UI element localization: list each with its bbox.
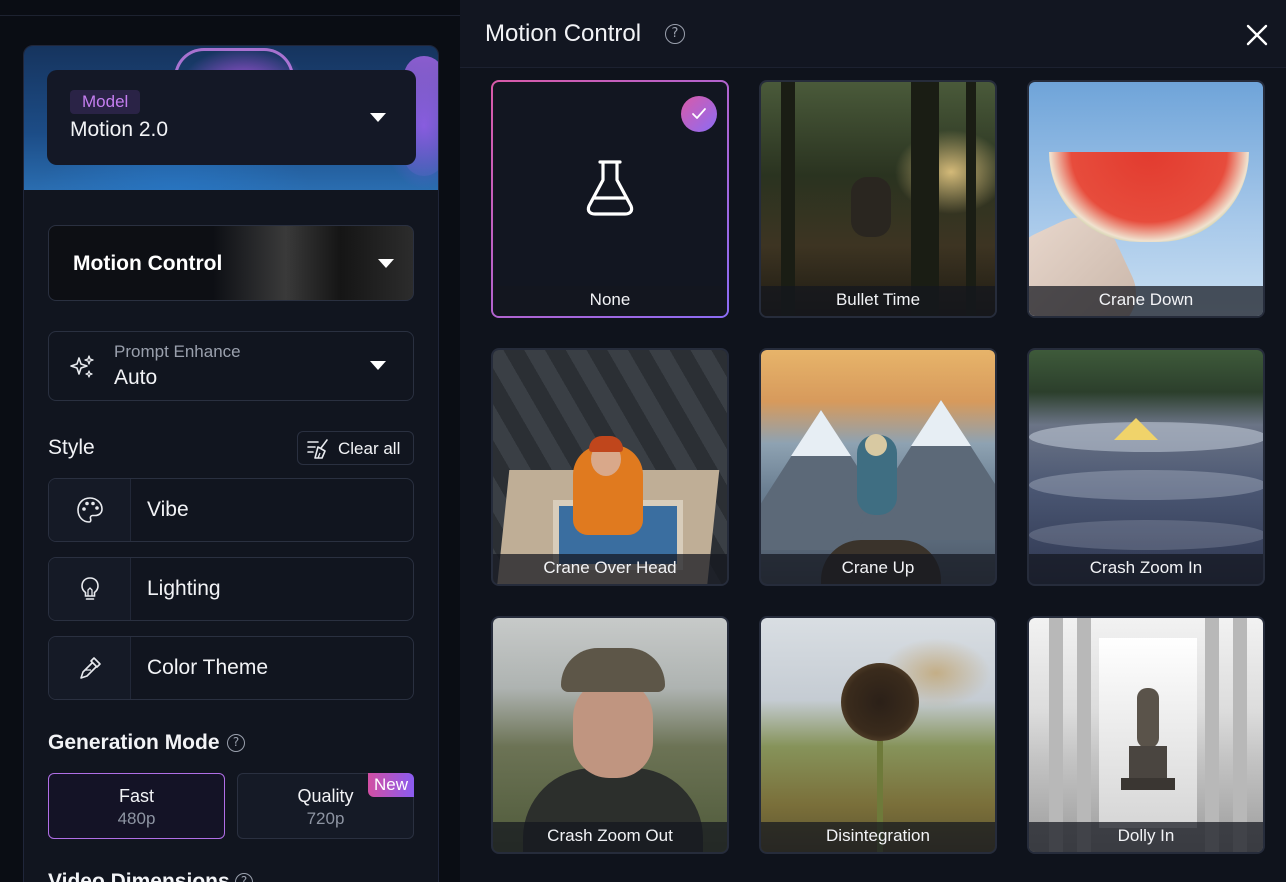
crash-zoom-in-thumbnail [1029, 350, 1263, 584]
motion-option-label: Crash Zoom In [1029, 554, 1263, 584]
broom-icon [307, 439, 328, 459]
motion-option-crane-up[interactable]: Crane Up [759, 348, 997, 586]
motion-option-crane-over-head[interactable]: Crane Over Head [491, 348, 729, 586]
sparkles-icon [70, 355, 94, 378]
crash-zoom-out-thumbnail [493, 618, 727, 852]
mode-name: Fast [118, 786, 154, 806]
eyedropper-icon [80, 657, 101, 679]
chevron-down-icon [378, 259, 394, 268]
style-option-vibe[interactable]: Vibe [48, 478, 414, 542]
motion-option-label: None [493, 286, 727, 316]
selected-check-icon [681, 96, 717, 132]
drawer-title: Motion Control [485, 20, 642, 47]
style-option-label: Color Theme [147, 656, 268, 679]
vibe-icon-cell [49, 479, 131, 541]
help-icon[interactable]: ? [227, 734, 245, 752]
lightbulb-icon [81, 577, 99, 600]
mode-fast-button[interactable]: Fast 480p [48, 773, 225, 839]
motion-option-bullet-time[interactable]: Bullet Time [759, 80, 997, 318]
style-heading: Style [48, 436, 95, 459]
motion-option-label: Crane Down [1029, 286, 1263, 316]
motion-control-label: Motion Control [73, 252, 223, 275]
palette-icon [77, 497, 103, 523]
prompt-enhance-label: Prompt Enhance [114, 342, 241, 361]
close-icon[interactable] [1244, 22, 1270, 48]
model-hero-image: Model Motion 2.0 [24, 46, 438, 190]
drawer-header: Motion Control ? [460, 0, 1286, 68]
model-tag: Model [70, 90, 141, 114]
video-dimensions-heading: Video Dimensions [48, 870, 230, 882]
motion-control-select[interactable]: Motion Control [48, 225, 414, 301]
dolly-in-thumbnail [1029, 618, 1263, 852]
crane-up-thumbnail [761, 350, 995, 584]
app-root: Model Motion 2.0 Motion Control Prompt E… [0, 0, 1286, 882]
new-badge: New [367, 773, 414, 797]
flask-icon [586, 160, 634, 216]
motion-option-label: Dolly In [1029, 822, 1263, 852]
style-option-color-theme[interactable]: Color Theme [48, 636, 414, 700]
motion-option-crash-zoom-out[interactable]: Crash Zoom Out [491, 616, 729, 854]
motion-option-label: Crash Zoom Out [493, 822, 727, 852]
mode-resolution: 480p [117, 809, 156, 828]
mode-quality-button[interactable]: Quality 720p New [237, 773, 414, 839]
prompt-enhance-value: Auto [114, 366, 158, 389]
generation-mode-heading: Generation Mode [48, 731, 220, 754]
model-value: Motion 2.0 [70, 118, 169, 141]
help-icon[interactable]: ? [665, 24, 685, 44]
clear-all-label: Clear all [338, 439, 401, 458]
clear-all-button[interactable]: Clear all [297, 431, 414, 465]
help-icon[interactable]: ? [235, 873, 253, 882]
motion-option-dolly-in[interactable]: Dolly In [1027, 616, 1265, 854]
mode-resolution: 720p [306, 809, 345, 828]
motion-option-none[interactable]: None [491, 80, 729, 318]
disintegration-thumbnail [761, 618, 995, 852]
chevron-down-icon [370, 361, 386, 370]
style-option-lighting[interactable]: Lighting [48, 557, 414, 621]
top-divider [0, 15, 460, 16]
chevron-down-icon [370, 113, 386, 122]
motion-option-disintegration[interactable]: Disintegration [759, 616, 997, 854]
style-option-label: Lighting [147, 577, 221, 600]
settings-panel: Model Motion 2.0 Motion Control Prompt E… [23, 45, 439, 882]
bullet-time-thumbnail [761, 82, 995, 316]
motion-option-crash-zoom-in[interactable]: Crash Zoom In [1027, 348, 1265, 586]
model-select[interactable]: Model Motion 2.0 [47, 70, 416, 165]
motion-option-crane-down[interactable]: Crane Down [1027, 80, 1265, 318]
prompt-enhance-select[interactable]: Prompt Enhance Auto [48, 331, 414, 401]
color-theme-icon-cell [49, 637, 131, 699]
motion-option-label: Crane Up [761, 554, 995, 584]
crane-down-thumbnail [1029, 82, 1263, 316]
style-option-label: Vibe [147, 498, 189, 521]
motion-option-label: Crane Over Head [493, 554, 727, 584]
lighting-icon-cell [49, 558, 131, 620]
motion-option-label: Disintegration [761, 822, 995, 852]
motion-control-drawer: Motion Control ? None Bullet Time Crane … [460, 0, 1286, 882]
crane-over-head-thumbnail [493, 350, 727, 584]
motion-option-label: Bullet Time [761, 286, 995, 316]
